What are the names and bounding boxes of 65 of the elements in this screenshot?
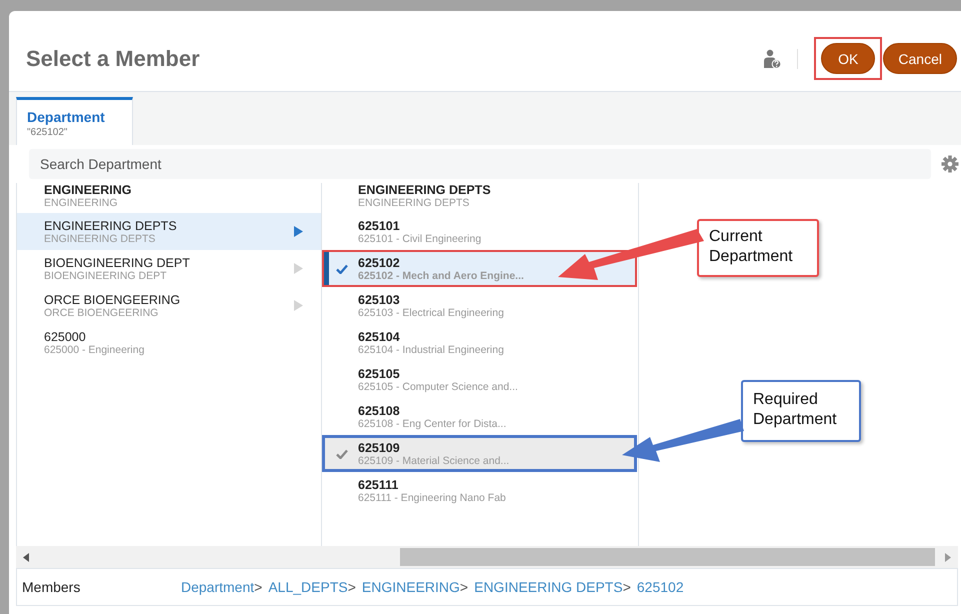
callout-label: Required Department: [741, 380, 861, 442]
breadcrumb-separator: >: [622, 579, 631, 595]
settings-icon[interactable]: [941, 155, 959, 173]
member-row[interactable]: ORCE BIOENGEERING ORCE BIOENGEERING: [17, 287, 321, 324]
member-name: 625109: [358, 440, 401, 454]
scroll-left-icon: [23, 552, 29, 562]
member-row[interactable]: 625105 625105 - Computer Science and...: [322, 361, 637, 398]
search-field[interactable]: Search Department: [29, 149, 931, 179]
column-header-description: ENGINEERING DEPTS: [358, 197, 470, 210]
horizontal-scrollbar[interactable]: [16, 546, 958, 568]
callout-label: Current Department: [697, 219, 819, 277]
member-description: ENGINEERING DEPTS: [44, 232, 156, 244]
breadcrumb-link[interactable]: ENGINEERING DEPTS: [474, 579, 623, 595]
member-name: 625102: [358, 256, 401, 270]
member-description: 625101 - Civil Engineering: [358, 232, 482, 244]
member-row[interactable]: ENGINEERING DEPTS ENGINEERING DEPTS: [17, 213, 321, 250]
member-name: 625104: [358, 330, 401, 344]
member-description: 625109 - Material Science and...: [358, 454, 510, 466]
member-name: 625111: [358, 478, 400, 492]
members-label: Members: [21, 579, 82, 595]
column-header-description: ENGINEERING: [44, 197, 119, 210]
member-description: 625105 - Computer Science and...: [358, 380, 519, 392]
member-row[interactable]: 625108 625108 - Eng Center for Dista...: [322, 398, 637, 435]
breadcrumb-separator: >: [460, 579, 468, 595]
member-name: 625108: [358, 404, 401, 418]
member-row[interactable]: 625111 625111 - Engineering Nano Fab: [322, 472, 637, 509]
member-row[interactable]: 625109 625109 - Material Science and...: [322, 435, 637, 472]
column-header: ENGINEERING: [44, 184, 133, 197]
breadcrumb-separator: >: [254, 579, 262, 595]
breadcrumb-link[interactable]: 625102: [636, 579, 684, 595]
member-name: 625101: [358, 218, 401, 232]
member-description: 625108 - Eng Center for Dista...: [358, 418, 508, 430]
member-name: ORCE BIOENGEERING: [44, 292, 182, 306]
tab-value: "625102": [27, 127, 68, 138]
user-help-icon[interactable]: [763, 48, 782, 68]
member-row[interactable]: 625104 625104 - Industrial Engineering: [322, 324, 637, 361]
breadcrumb-link[interactable]: Department: [181, 579, 254, 595]
tab-label: Department: [27, 109, 106, 125]
scrollbar-thumb[interactable]: [400, 548, 935, 566]
member-description: 625103 - Electrical Engineering: [358, 306, 505, 318]
breadcrumb-separator: >: [348, 579, 356, 595]
scroll-right-icon: [945, 552, 951, 562]
member-row[interactable]: 625103 625103 - Electrical Engineering: [322, 287, 637, 324]
member-name: ENGINEERING DEPTS: [44, 218, 178, 232]
dialog-title: Select a Member: [26, 45, 200, 73]
member-description: 625104 - Industrial Engineering: [358, 344, 505, 356]
member-description: 625111 - Engineering Nano Fab: [358, 492, 507, 504]
member-name: 625103: [358, 292, 401, 306]
member-description: BIOENGINEERING DEPT: [44, 270, 168, 282]
member-row[interactable]: BIOENGINEERING DEPT BIOENGINEERING DEPT: [17, 250, 321, 287]
breadcrumb-link[interactable]: ALL_DEPTS: [268, 579, 348, 595]
member-description: 625000 - Engineering: [44, 344, 146, 356]
breadcrumb-link[interactable]: ENGINEERING: [362, 579, 460, 595]
member-name: 625105: [358, 366, 401, 380]
department-tab[interactable]: Department "625102": [16, 97, 133, 145]
member-name: 625000: [44, 330, 87, 344]
column-header: ENGINEERING DEPTS: [358, 184, 492, 197]
member-row[interactable]: 625101 625101 - Civil Engineering: [322, 213, 637, 250]
ok-button[interactable]: OK: [821, 43, 876, 74]
member-row[interactable]: 625000 625000 - Engineering: [17, 324, 321, 361]
member-description: 625102 - Mech and Aero Engine...: [358, 270, 525, 282]
member-name: BIOENGINEERING DEPT: [44, 256, 191, 270]
member-row[interactable]: 625102 625102 - Mech and Aero Engine...: [322, 250, 637, 287]
member-description: ORCE BIOENGEERING: [44, 306, 160, 318]
cancel-button[interactable]: Cancel: [883, 43, 957, 74]
